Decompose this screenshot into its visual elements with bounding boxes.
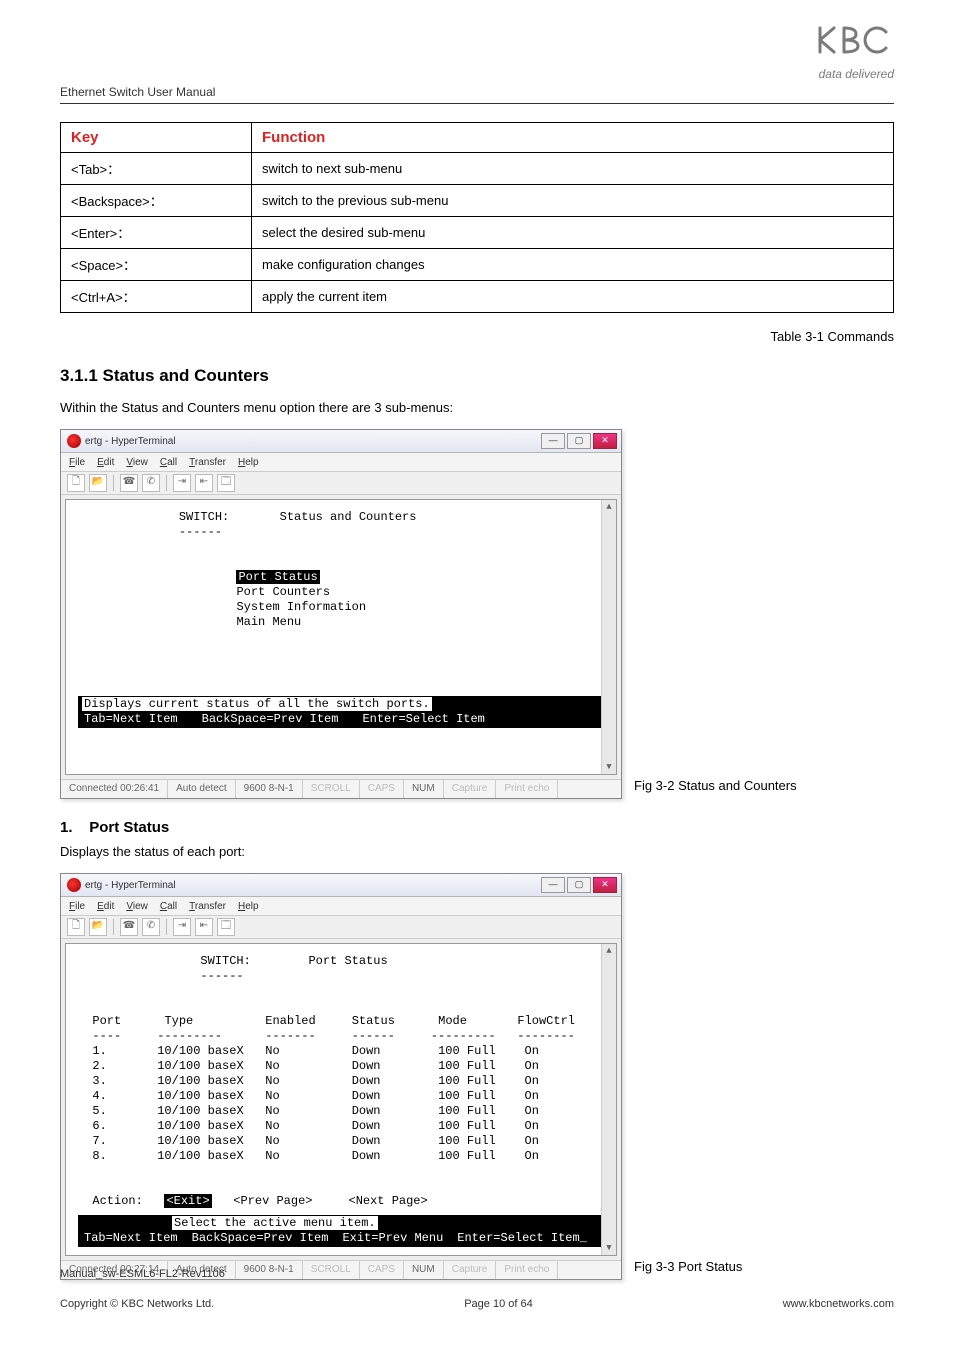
logo-subtitle: data delivered xyxy=(814,67,894,81)
window-title: ertg - HyperTerminal xyxy=(85,880,176,891)
open-icon[interactable]: 📂 xyxy=(89,474,107,492)
toolbar: 🗋 📂 ☎ ✆ ⇥ ⇤ 🗔 xyxy=(61,472,621,495)
new-icon[interactable]: 🗋 xyxy=(67,474,85,492)
menu-file[interactable]: File xyxy=(69,901,85,912)
window-title: ertg - HyperTerminal xyxy=(85,436,176,447)
minimize-button[interactable]: — xyxy=(541,433,565,449)
receive-icon[interactable]: ⇤ xyxy=(195,918,213,936)
menu-file[interactable]: File xyxy=(69,457,85,468)
maximize-button[interactable]: ▢ xyxy=(567,877,591,893)
new-icon[interactable]: 🗋 xyxy=(67,918,85,936)
table-caption: Table 3-1 Commands xyxy=(60,329,894,344)
close-button[interactable]: ✕ xyxy=(593,433,617,449)
open-icon[interactable]: 📂 xyxy=(89,918,107,936)
subsection-title: Port Status xyxy=(89,819,169,836)
app-icon xyxy=(67,878,81,892)
section-intro: Within the Status and Counters menu opti… xyxy=(60,400,894,415)
table-row: <Tab>：switch to next sub-menu xyxy=(61,153,894,185)
properties-icon[interactable]: 🗔 xyxy=(217,918,235,936)
connect-icon[interactable]: ☎ xyxy=(120,474,138,492)
scrollbar[interactable]: ▲ ▼ xyxy=(601,500,616,774)
menu-call[interactable]: Call xyxy=(160,457,177,468)
hint-bar: Select the active menu item. Tab=Next It… xyxy=(78,1215,604,1247)
properties-icon[interactable]: 🗔 xyxy=(217,474,235,492)
table-row: <Enter>：select the desired sub-menu xyxy=(61,217,894,249)
window-titlebar[interactable]: ertg - HyperTerminal — ▢ ✕ xyxy=(61,430,621,453)
scroll-down-icon[interactable]: ▼ xyxy=(602,760,616,774)
menu-call[interactable]: Call xyxy=(160,901,177,912)
menu-view[interactable]: View xyxy=(126,457,148,468)
brand-header: data delivered xyxy=(814,20,894,81)
toolbar: 🗋 📂 ☎ ✆ ⇥ ⇤ 🗔 xyxy=(61,916,621,939)
receive-icon[interactable]: ⇤ xyxy=(195,474,213,492)
table-row: <Space>：make configuration changes xyxy=(61,249,894,281)
kbc-logo xyxy=(814,20,894,60)
keytable-header-key: Key xyxy=(61,123,252,153)
table-row: <Backspace>：switch to the previous sub-m… xyxy=(61,185,894,217)
header-divider xyxy=(60,103,894,104)
hyperterminal-window-1: ertg - HyperTerminal — ▢ ✕ File Edit Vie… xyxy=(60,429,622,799)
menu-help[interactable]: Help xyxy=(238,457,259,468)
menubar: File Edit View Call Transfer Help xyxy=(61,453,621,472)
hint-bar: Displays current status of all the switc… xyxy=(78,696,604,728)
footer-url: www.kbcnetworks.com xyxy=(783,1298,894,1310)
manual-title: Ethernet Switch User Manual xyxy=(60,85,894,99)
subsection-desc: Displays the status of each port: xyxy=(60,844,894,859)
terminal-area[interactable]: SWITCH: Status and Counters ------ Port … xyxy=(65,499,617,775)
maximize-button[interactable]: ▢ xyxy=(567,433,591,449)
window-titlebar[interactable]: ertg - HyperTerminal — ▢ ✕ xyxy=(61,874,621,897)
disconnect-icon[interactable]: ✆ xyxy=(142,474,160,492)
menubar: File Edit View Call Transfer Help xyxy=(61,897,621,916)
footer-copyright: Copyright © KBC Networks Ltd. xyxy=(60,1298,214,1310)
menu-view[interactable]: View xyxy=(126,901,148,912)
table-row: <Ctrl+A>：apply the current item xyxy=(61,281,894,313)
page-footer: Manual_sw-ESML6-FL2-Rev1106 Copyright © … xyxy=(60,1268,894,1310)
statusbar: Connected 00:26:41 Auto detect 9600 8-N-… xyxy=(61,779,621,798)
disconnect-icon[interactable]: ✆ xyxy=(142,918,160,936)
section-heading-311: 3.1.1 Status and Counters xyxy=(60,366,894,386)
close-button[interactable]: ✕ xyxy=(593,877,617,893)
menu-transfer[interactable]: Transfer xyxy=(189,901,226,912)
menu-transfer[interactable]: Transfer xyxy=(189,457,226,468)
terminal-area[interactable]: SWITCH: Port Status ------ Port Type Ena… xyxy=(65,943,617,1256)
subsection-number: 1. xyxy=(60,819,73,836)
footer-filename: Manual_sw-ESML6-FL2-Rev1106 xyxy=(60,1268,894,1280)
minimize-button[interactable]: — xyxy=(541,877,565,893)
menu-edit[interactable]: Edit xyxy=(97,457,114,468)
send-icon[interactable]: ⇥ xyxy=(173,474,191,492)
footer-page: Page 10 of 64 xyxy=(464,1298,533,1310)
menu-help[interactable]: Help xyxy=(238,901,259,912)
scroll-up-icon[interactable]: ▲ xyxy=(602,500,616,514)
hyperterminal-window-2: ertg - HyperTerminal — ▢ ✕ File Edit Vie… xyxy=(60,873,622,1280)
scrollbar[interactable]: ▲ ▼ xyxy=(601,944,616,1255)
figure-caption-32: Fig 3-2 Status and Counters xyxy=(634,778,797,799)
app-icon xyxy=(67,434,81,448)
key-function-table: Key Function <Tab>：switch to next sub-me… xyxy=(60,122,894,313)
scroll-up-icon[interactable]: ▲ xyxy=(602,944,616,958)
menu-edit[interactable]: Edit xyxy=(97,901,114,912)
keytable-header-function: Function xyxy=(252,123,894,153)
scroll-down-icon[interactable]: ▼ xyxy=(602,1241,616,1255)
send-icon[interactable]: ⇥ xyxy=(173,918,191,936)
connect-icon[interactable]: ☎ xyxy=(120,918,138,936)
